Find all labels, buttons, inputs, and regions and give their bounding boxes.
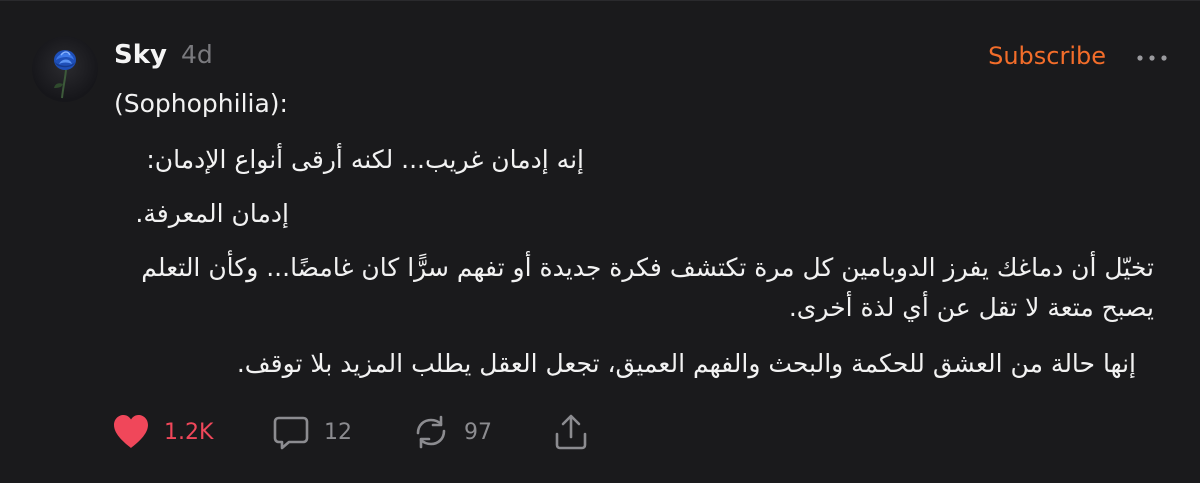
- comment-count: 12: [324, 419, 352, 445]
- post-paragraph: إدمان المعرفة.: [135, 199, 289, 228]
- more-options-button[interactable]: [1134, 44, 1170, 72]
- comment-button[interactable]: 12: [270, 412, 410, 452]
- like-count: 1.2K: [164, 419, 214, 445]
- blue-rose-icon: [54, 50, 76, 99]
- post-actions: 1.2K 12 97: [110, 410, 592, 454]
- author-name[interactable]: Sky: [114, 40, 167, 70]
- share-icon: [555, 414, 587, 450]
- repost-icon: [416, 415, 446, 449]
- heart-icon: [114, 415, 148, 448]
- post-paragraph: تخيّل أن دماغك يفرز الدوبامين كل مرة تكت…: [141, 253, 1154, 322]
- subscribe-button[interactable]: Subscribe: [988, 42, 1106, 70]
- post-body: (Sophophilia): إنه إدمان غريب... لكنه أر…: [114, 84, 1164, 378]
- avatar[interactable]: [32, 36, 98, 102]
- post-paragraph: إنها حالة من العشق للحكمة والبحث والفهم …: [236, 349, 1136, 378]
- repost-button[interactable]: 97: [410, 412, 550, 452]
- more-horizontal-icon: [1137, 55, 1167, 61]
- repost-count: 97: [464, 419, 492, 445]
- post-title-line: (Sophophilia):: [114, 89, 288, 118]
- post-card: Sky 4d Subscribe (Sophophilia): إنه إدما…: [0, 0, 1200, 483]
- top-divider: [0, 0, 1200, 1]
- post-timestamp[interactable]: 4d: [181, 40, 213, 69]
- like-button[interactable]: 1.2K: [110, 412, 270, 452]
- post-paragraph: إنه إدمان غريب... لكنه أرقى أنواع الإدما…: [146, 145, 584, 174]
- share-button[interactable]: [550, 412, 592, 452]
- post-header: Sky 4d: [114, 40, 213, 76]
- comment-icon: [273, 416, 309, 450]
